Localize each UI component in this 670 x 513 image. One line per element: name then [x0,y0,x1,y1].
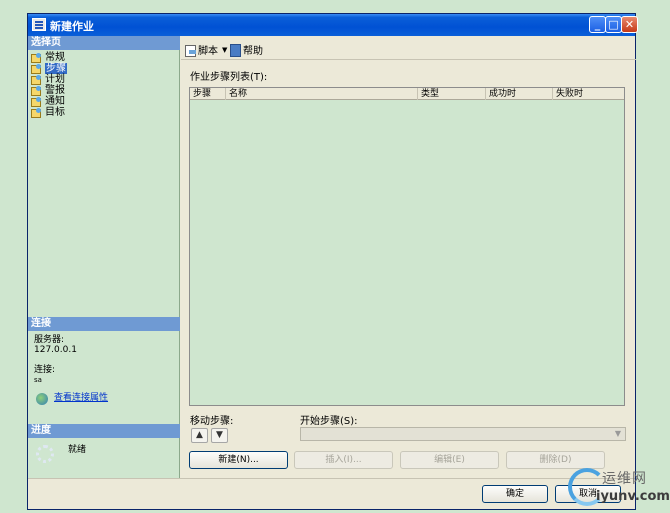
move-down-button[interactable]: ▼ [211,428,228,443]
job-steps-list-label: 作业步骤列表(T): [190,72,268,83]
column-header-on-failure[interactable]: 失败时 [553,88,625,100]
new-job-dialog: 新建作业 _ □ ✕ 选择页 常规 步骤 计划 警报 通知 目标 连接 服务器:… [27,13,638,510]
page-icon [31,97,42,107]
page-list: 常规 步骤 计划 警报 通知 目标 [31,52,67,118]
move-up-button[interactable]: ▲ [191,428,208,443]
window-app-icon [32,18,46,31]
ok-button[interactable]: 确定 [482,485,548,503]
progress-spinner-icon [36,445,54,463]
help-icon [229,43,241,57]
column-header-step[interactable]: 步骤 [190,88,226,100]
column-header-name[interactable]: 名称 [226,88,418,100]
page-item-general[interactable]: 常规 [31,52,67,63]
new-step-button[interactable]: 新建(N)... [189,451,288,469]
column-header-type[interactable]: 类型 [418,88,486,100]
server-label: 服务器: [34,335,65,345]
connection-value: sa [34,376,42,384]
page-icon [31,53,42,63]
dropdown-arrow-icon: ▼ [222,45,228,54]
connection-label: 连接: [34,365,56,375]
watermark-url: iyunv.com [596,489,670,504]
toolbar: 脚本 ▼ 帮助 [181,36,636,60]
server-value: 127.0.0.1 [34,345,77,355]
left-pane: 选择页 常规 步骤 计划 警报 通知 目标 连接 服务器: 127.0.0.1 … [28,36,180,478]
start-step-select[interactable]: ▼ [300,427,626,441]
maximize-button[interactable]: □ [605,16,622,33]
title-bar[interactable]: 新建作业 _ □ ✕ [28,14,638,36]
page-icon [31,75,42,85]
page-icon [31,108,42,118]
close-button[interactable]: ✕ [621,16,638,33]
page-item-steps[interactable]: 步骤 [31,63,67,74]
select-page-header: 选择页 [28,36,180,50]
chevron-down-icon: ▼ [614,429,622,438]
connection-properties-icon [36,393,48,405]
connection-header: 连接 [28,317,180,331]
footer-divider [28,478,635,479]
script-icon [184,44,196,57]
minimize-button[interactable]: _ [589,16,606,33]
page-icon [31,64,42,74]
move-step-label: 移动步骤: [190,416,234,427]
page-item-alerts[interactable]: 警报 [31,85,67,96]
edit-step-button[interactable]: 编辑(E) [400,451,499,469]
site-watermark: 运维网 iyunv.com [566,462,670,513]
page-icon [31,86,42,96]
watermark-text: 运维网 [602,471,647,487]
help-button[interactable]: 帮助 [229,42,263,57]
start-step-label: 开始步骤(S): [300,416,358,427]
progress-status: 就绪 [68,445,87,455]
grid-header: 步骤 名称 类型 成功时 失败时 [190,88,624,100]
page-item-notifications[interactable]: 通知 [31,96,67,107]
page-item-targets[interactable]: 目标 [31,107,67,118]
script-button[interactable]: 脚本 ▼ [184,42,227,57]
insert-step-button[interactable]: 插入(I)... [294,451,393,469]
page-item-schedules[interactable]: 计划 [31,74,67,85]
window-title: 新建作业 [50,20,94,33]
progress-header: 进度 [28,424,180,438]
column-header-on-success[interactable]: 成功时 [486,88,553,100]
view-connection-properties-link[interactable]: 查看连接属性 [54,393,108,403]
job-steps-grid[interactable]: 步骤 名称 类型 成功时 失败时 [189,87,625,406]
